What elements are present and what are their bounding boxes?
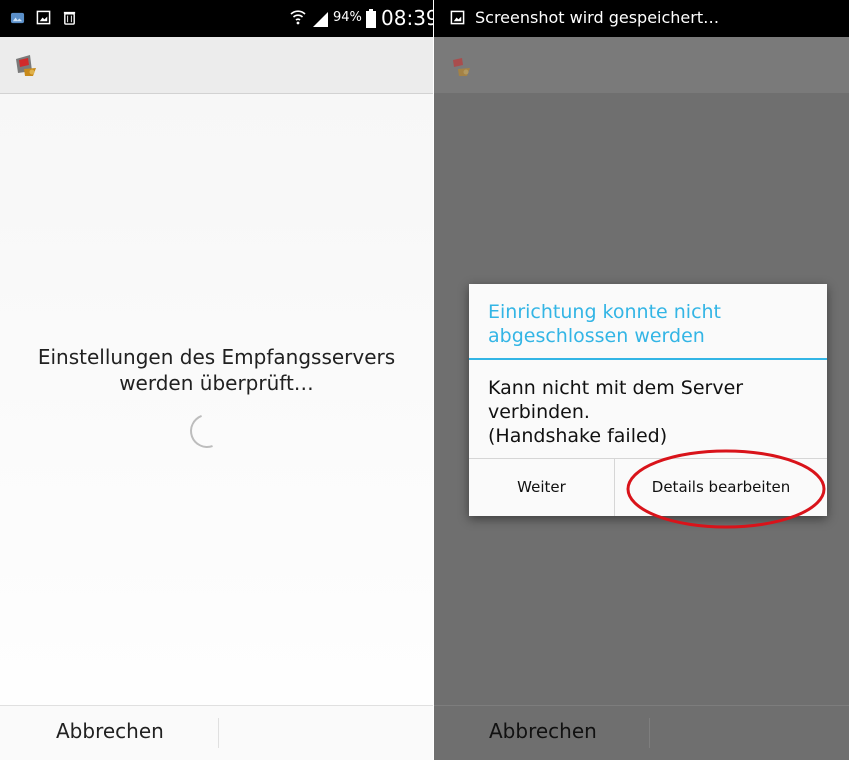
- dialog-title-divider: [469, 358, 827, 360]
- status-notification: Screenshot wird gespeichert…: [475, 8, 720, 27]
- action-bar: [0, 37, 433, 94]
- bottom-bar-divider: [649, 718, 650, 748]
- progress-screen: Einstellungen des Empfangsservers werden…: [0, 94, 433, 706]
- dialog-message-line: verbinden.: [488, 401, 590, 423]
- continue-button[interactable]: Weiter: [469, 459, 615, 516]
- status-bar: 94% 08:39: [0, 0, 433, 37]
- wifi-icon: [290, 10, 306, 25]
- right-screen: Screenshot wird gespeichert… Abbrechen E…: [434, 0, 849, 760]
- edit-details-button[interactable]: Details bearbeiten: [615, 459, 827, 516]
- gallery-icon: [10, 12, 25, 24]
- cancel-button[interactable]: Abbrechen: [56, 719, 164, 743]
- cancel-button[interactable]: Abbrechen: [489, 719, 597, 743]
- email-app-icon: [16, 55, 36, 76]
- signal-icon: [313, 12, 328, 27]
- email-app-icon: [450, 55, 470, 76]
- status-time: 08:39: [381, 6, 433, 30]
- action-bar: [434, 37, 849, 93]
- dialog-message-line: (Handshake failed): [488, 425, 668, 447]
- bottom-bar: Abbrechen: [0, 705, 433, 760]
- left-screen: 94% 08:39 Einstellungen des Empfangsserv…: [0, 0, 433, 760]
- bottom-bar-divider: [218, 718, 219, 748]
- dialog-message: Kann nicht mit dem Server verbinden. (Ha…: [488, 376, 808, 448]
- battery-icon: [366, 9, 376, 28]
- trash-icon: [63, 11, 76, 25]
- loading-spinner: [184, 408, 230, 454]
- screenshot-icon: [450, 10, 465, 25]
- dialog-title: Einrichtung konnte nicht abgeschlossen w…: [488, 301, 722, 347]
- error-dialog: Einrichtung konnte nicht abgeschlossen w…: [469, 284, 827, 516]
- bottom-bar: Abbrechen: [434, 705, 849, 760]
- screenshot-icon: [36, 10, 51, 25]
- dialog-message-line: Kann nicht mit dem Server: [488, 377, 744, 399]
- battery-percent: 94%: [333, 10, 362, 25]
- status-bar: Screenshot wird gespeichert…: [434, 0, 849, 37]
- progress-message: Einstellungen des Empfangsservers werden…: [37, 345, 396, 395]
- dialog-buttons: Weiter Details bearbeiten: [469, 458, 827, 516]
